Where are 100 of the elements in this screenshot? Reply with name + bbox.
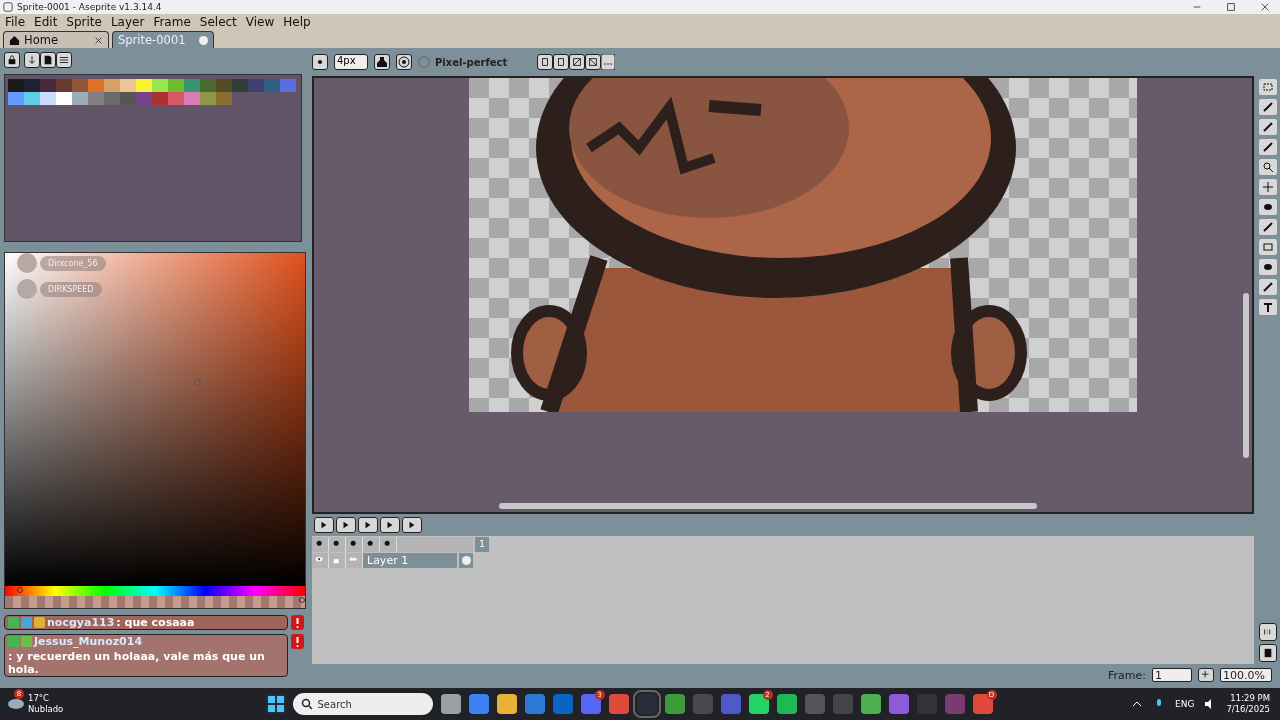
zoom-field[interactable]: 100.0% — [1220, 668, 1272, 682]
palette-swatch[interactable] — [216, 79, 232, 92]
clock-date[interactable]: 7/16/2025 — [1226, 704, 1270, 715]
palette-swatch[interactable] — [56, 79, 72, 92]
taskbar-app-icon[interactable] — [776, 694, 797, 714]
text-tool[interactable] — [1259, 299, 1277, 315]
palette-swatch[interactable] — [8, 79, 24, 92]
menu-item[interactable]: Help — [283, 15, 311, 29]
palette-swatch[interactable] — [152, 79, 168, 92]
menu-item[interactable]: View — [245, 15, 275, 29]
color-field[interactable] — [5, 253, 305, 586]
palette-swatch[interactable] — [200, 92, 216, 105]
taskbar-app-icon[interactable] — [496, 694, 517, 714]
taskbar-app-icon[interactable] — [608, 694, 629, 714]
palette-swatch[interactable] — [168, 92, 184, 105]
palette-swatch[interactable] — [232, 79, 248, 92]
zoom-tool[interactable] — [1259, 159, 1277, 175]
symmetry-antidiagonal-button[interactable] — [585, 54, 602, 70]
vertical-scrollbar[interactable] — [1243, 293, 1249, 458]
taskbar-app-icon[interactable] — [888, 694, 909, 714]
page-button[interactable] — [40, 52, 56, 68]
frame-field[interactable]: 1 — [1152, 668, 1192, 682]
palette-swatch[interactable] — [24, 79, 40, 92]
ink-button[interactable] — [374, 54, 390, 70]
symmetry-horizontal-button[interactable] — [553, 54, 570, 70]
taskbar-app-icon[interactable] — [664, 694, 685, 714]
palette-swatch[interactable] — [40, 92, 56, 105]
palette-swatch[interactable] — [72, 92, 88, 105]
menu-button[interactable] — [56, 52, 72, 68]
menu-item[interactable]: Frame — [153, 15, 191, 29]
palette-swatch[interactable] — [24, 92, 40, 105]
palette-swatch[interactable] — [104, 92, 120, 105]
blob-tool[interactable] — [1259, 259, 1277, 275]
previous-frame-button[interactable] — [336, 517, 356, 533]
palette-swatch[interactable] — [136, 92, 152, 105]
alert-icon — [291, 615, 304, 630]
next-frame-button[interactable] — [380, 517, 400, 533]
symmetry-vertical-button[interactable] — [537, 54, 554, 70]
palette-swatch[interactable] — [72, 79, 88, 92]
palette-swatch[interactable] — [120, 92, 136, 105]
cel[interactable] — [459, 552, 473, 568]
eyedropper-tool[interactable] — [1259, 139, 1277, 155]
taskbar-app-icon[interactable] — [860, 694, 881, 714]
palette-swatch[interactable] — [184, 92, 200, 105]
menu-item[interactable]: Select — [199, 15, 237, 29]
last-frame-button[interactable] — [402, 517, 422, 533]
taskbar-app-icon[interactable] — [468, 694, 489, 714]
eraser-tool[interactable] — [1259, 119, 1277, 135]
first-frame-button[interactable] — [314, 517, 334, 533]
palette-swatch[interactable] — [264, 79, 280, 92]
dynamics-button[interactable] — [396, 54, 412, 70]
tab[interactable]: Home — [3, 31, 109, 48]
brush-size-field[interactable]: 4px — [334, 54, 368, 70]
play-button[interactable] — [358, 517, 378, 533]
palette-swatch[interactable] — [56, 92, 72, 105]
add-frame-button[interactable] — [1198, 668, 1214, 682]
language-indicator[interactable]: ENG — [1175, 699, 1195, 709]
clock-time[interactable]: 11:29 PM — [1230, 693, 1270, 704]
menu-item[interactable]: Edit — [34, 15, 58, 29]
symmetry-diagonal-icon — [572, 57, 583, 67]
palette-swatch[interactable] — [280, 79, 296, 92]
brush-tool[interactable] — [1259, 279, 1277, 295]
lock-button[interactable] — [4, 52, 20, 68]
canvas-editor[interactable] — [312, 76, 1254, 514]
palette-swatch[interactable] — [184, 79, 200, 92]
pencil-tool[interactable] — [1259, 99, 1277, 115]
horizontal-scrollbar[interactable] — [499, 503, 1037, 509]
palette-swatch[interactable] — [104, 79, 120, 92]
line-tool[interactable] — [1259, 219, 1277, 235]
menu-item[interactable]: File — [5, 15, 26, 29]
palette-swatch[interactable] — [88, 79, 104, 92]
chat-username: Jessus_Munoz014 — [34, 635, 143, 648]
palette-swatch[interactable] — [248, 79, 264, 92]
viewer-name: DIRKSPEED — [40, 281, 102, 297]
palette-swatch[interactable] — [152, 92, 168, 105]
symmetry-diagonal-button[interactable] — [569, 54, 586, 70]
search-icon — [300, 698, 313, 710]
palette-swatch[interactable] — [136, 79, 152, 92]
zoom-reset-button[interactable] — [1259, 623, 1277, 641]
brush-type-button[interactable] — [312, 54, 328, 70]
down-arrow-button[interactable] — [24, 52, 40, 68]
filmstrip-button[interactable] — [1259, 644, 1277, 662]
menu-item[interactable]: Layer — [110, 15, 145, 29]
palette-swatch[interactable] — [168, 79, 184, 92]
visibility-toggle[interactable] — [312, 552, 329, 568]
palette-swatch[interactable] — [40, 79, 56, 92]
palette-swatch[interactable] — [88, 92, 104, 105]
marquee-icon — [1262, 81, 1274, 93]
search-field[interactable]: Search — [292, 693, 433, 715]
page-icon — [43, 55, 53, 65]
palette-swatch[interactable] — [120, 79, 136, 92]
palette-swatch[interactable] — [8, 92, 24, 105]
fill-tool[interactable] — [1259, 199, 1277, 215]
palette-swatch[interactable] — [216, 92, 232, 105]
taskbar-app-icon[interactable] — [524, 694, 545, 714]
taskbar-app-icon[interactable] — [440, 694, 461, 714]
palette-swatch[interactable] — [200, 79, 216, 92]
dot-icon — [315, 57, 325, 67]
one-to-one-icon — [1263, 627, 1273, 637]
menu-item[interactable]: Sprite — [66, 15, 102, 29]
